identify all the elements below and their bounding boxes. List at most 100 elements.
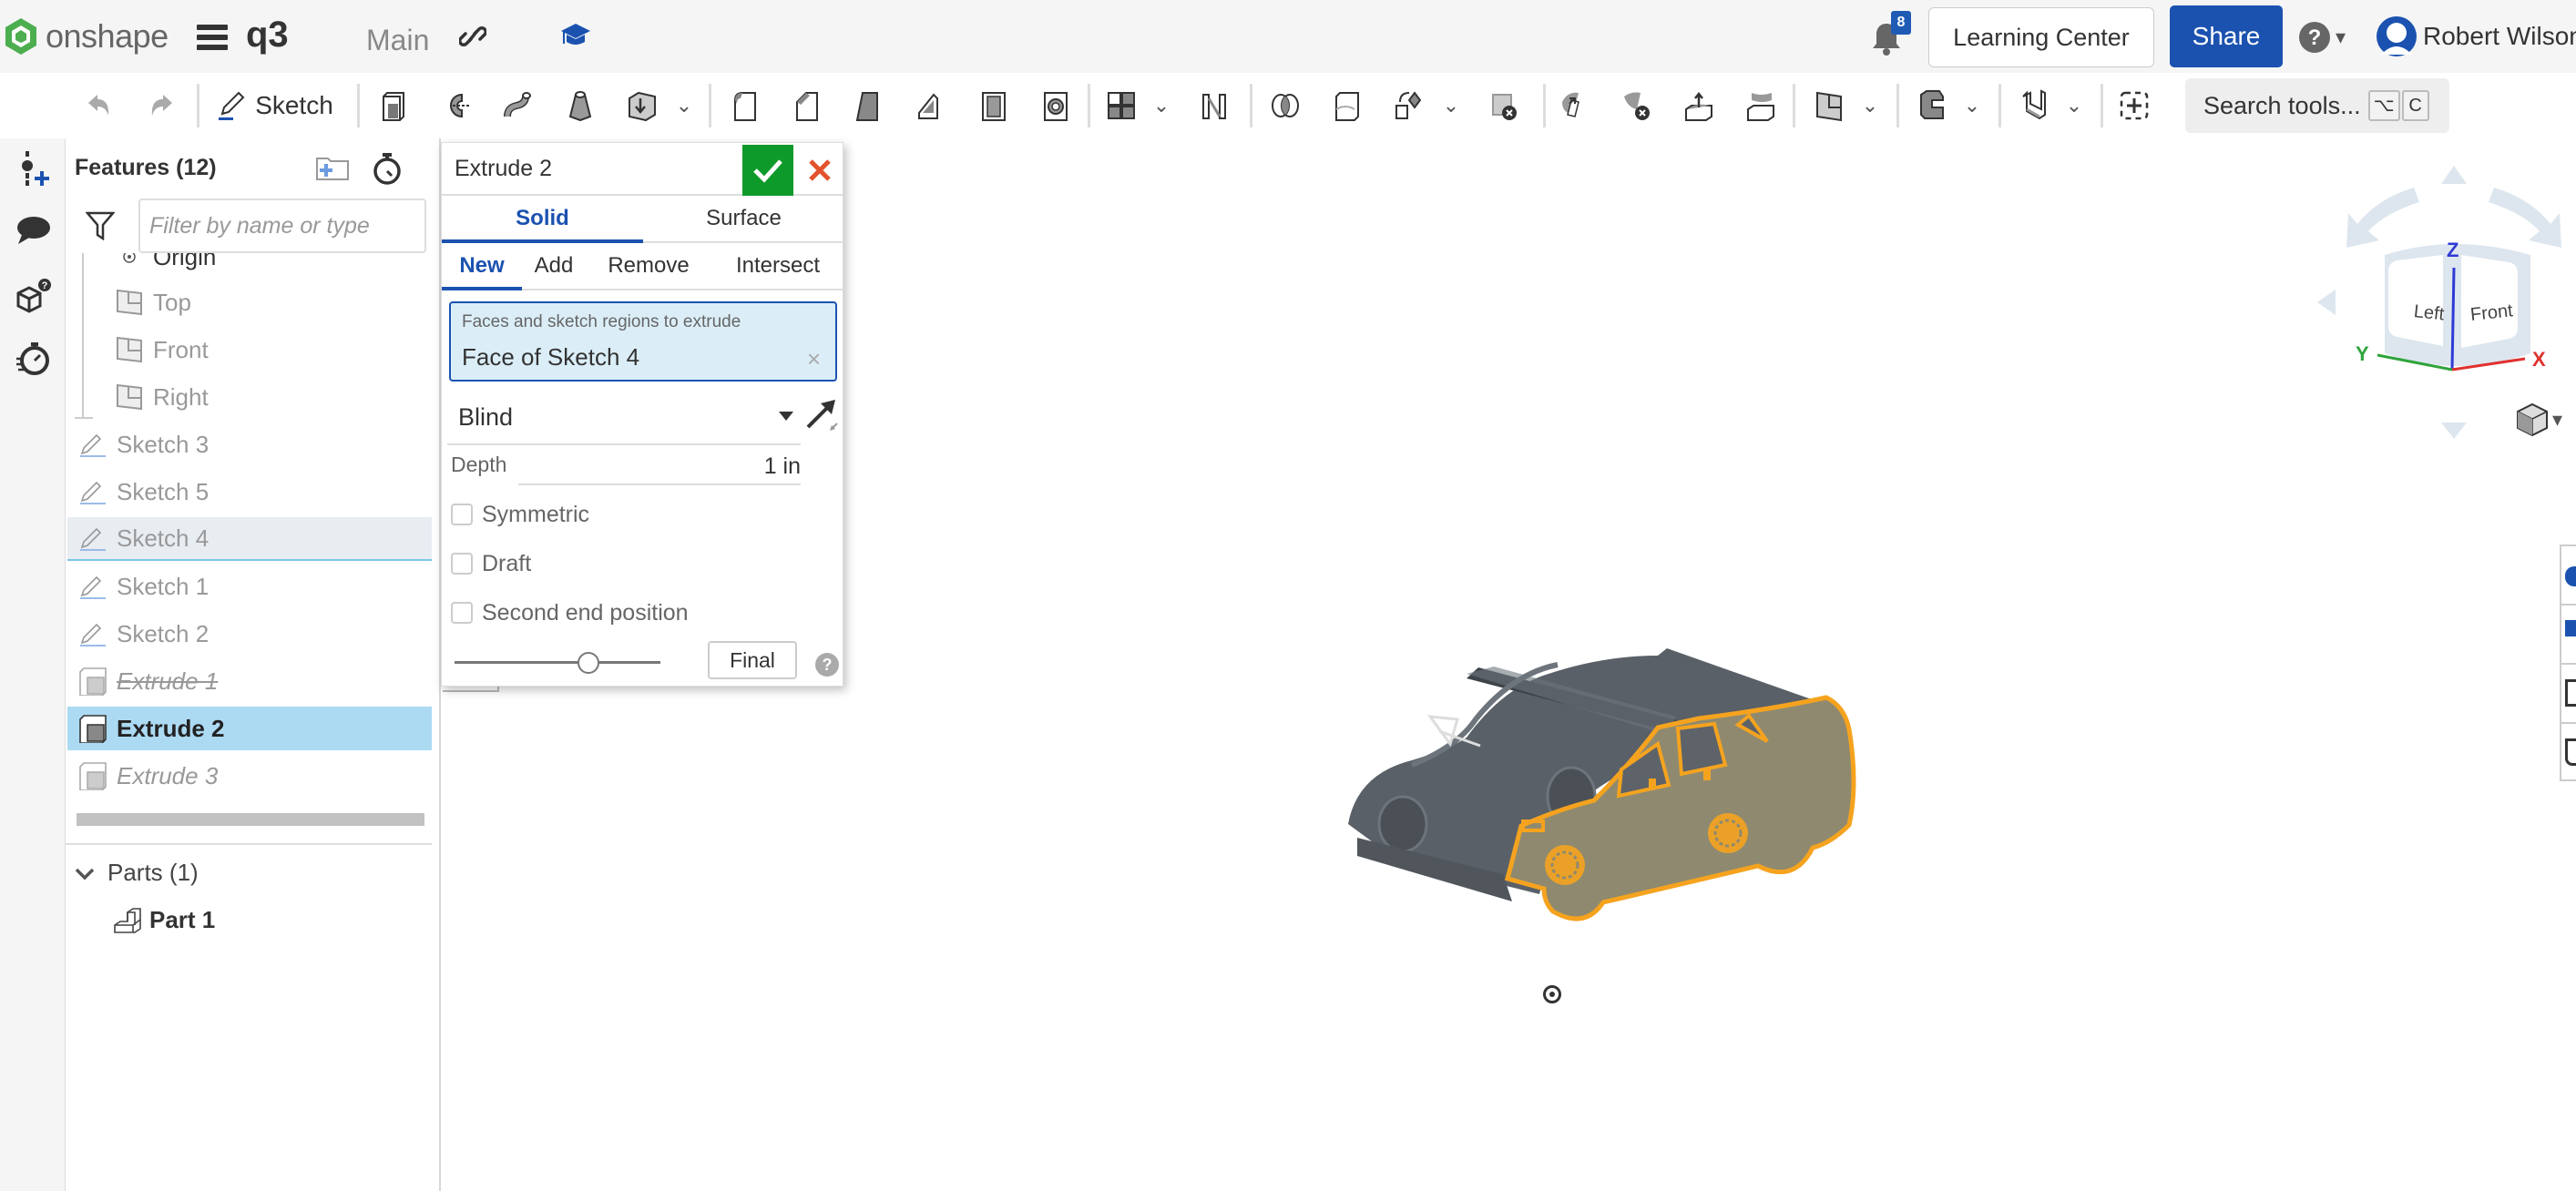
tab-remove[interactable]: Remove — [586, 243, 711, 289]
shell-tool[interactable] — [973, 73, 1015, 138]
final-button[interactable]: Final — [708, 641, 797, 679]
search-tools-input[interactable]: Search tools... ⌥ C — [2185, 78, 2449, 133]
checkbox-label: Draft — [482, 550, 532, 576]
tree-item-extrude-1[interactable]: Extrude 1 — [67, 659, 432, 703]
world-origin-marker[interactable] — [1543, 985, 1561, 1003]
tree-item-top-plane[interactable]: Top — [67, 280, 432, 324]
dialog-help-icon[interactable]: ? — [815, 653, 839, 677]
tab-surface[interactable]: Surface — [643, 196, 844, 241]
add-folder-button[interactable] — [315, 155, 350, 187]
onshape-logo[interactable]: onshape — [4, 16, 169, 56]
parts-section-toggle[interactable]: Parts (1) — [75, 850, 199, 894]
tree-item-origin[interactable]: Origin — [67, 253, 432, 279]
document-title[interactable]: q3 — [246, 15, 289, 56]
part-item[interactable]: Part 1 — [113, 898, 215, 942]
clear-selection-icon[interactable]: × — [807, 345, 821, 373]
appearance-icon — [2565, 566, 2576, 586]
plane-tool[interactable] — [1809, 73, 1851, 138]
tab-add[interactable]: Add — [522, 243, 586, 289]
opposite-direction-button[interactable] — [802, 394, 843, 434]
draft-checkbox-row[interactable]: Draft — [451, 545, 531, 582]
preview-rollback-slider[interactable] — [455, 652, 660, 674]
tab-new[interactable]: New — [442, 243, 522, 290]
branch-name[interactable]: Main — [366, 24, 429, 57]
tree-item-sketch-5[interactable]: Sketch 5 — [67, 470, 432, 514]
filter-icon[interactable] — [85, 211, 116, 245]
frame-tool[interactable] — [2013, 73, 2055, 138]
part-tools-dropdown[interactable]: ⌄ — [672, 73, 696, 138]
rollback-timer-button[interactable] — [371, 151, 404, 190]
tab-intersect[interactable]: Intersect — [711, 243, 844, 289]
variable-studio-button[interactable] — [13, 339, 53, 379]
slider-thumb[interactable] — [577, 652, 599, 674]
rib-tool[interactable] — [911, 73, 953, 138]
sheet-metal-dropdown[interactable]: ⌄ — [1960, 73, 1984, 138]
feature-tree-scrollbar[interactable] — [77, 813, 424, 826]
second-end-position-checkbox[interactable] — [451, 602, 473, 624]
mass-properties-panel-tab[interactable] — [2561, 665, 2576, 724]
help-menu[interactable]: ? ▾ — [2297, 20, 2346, 55]
insert-feature-button[interactable] — [13, 148, 53, 188]
fillet-tool[interactable] — [725, 73, 767, 138]
tab-solid[interactable]: Solid — [442, 196, 643, 243]
move-face-tool[interactable] — [1554, 73, 1596, 138]
revolve-tool[interactable] — [435, 73, 477, 138]
tree-item-sketch-2[interactable]: Sketch 2 — [67, 612, 432, 656]
boolean-tool[interactable] — [1264, 73, 1306, 138]
linear-pattern-tool[interactable] — [1100, 73, 1142, 138]
appearance-panel-tab[interactable] — [2561, 546, 2576, 606]
learning-center-button[interactable]: Learning Center — [1928, 7, 2154, 67]
user-menu[interactable]: Robert Wilson — [2376, 15, 2576, 58]
share-button[interactable]: Share — [2170, 5, 2283, 67]
hole-tool[interactable] — [1035, 73, 1077, 138]
loft-tool[interactable] — [559, 73, 601, 138]
tree-item-sketch-3[interactable]: Sketch 3 — [67, 422, 432, 466]
sketch-button[interactable]: Sketch — [211, 73, 339, 138]
view-options-menu[interactable]: ▾ — [2516, 402, 2562, 437]
redo-button[interactable] — [144, 73, 180, 138]
comments-button[interactable] — [13, 211, 53, 251]
draft-checkbox[interactable] — [451, 553, 473, 575]
offset-surface-tool[interactable] — [1678, 73, 1720, 138]
transform-tools-dropdown[interactable]: ⌄ — [1439, 73, 1463, 138]
measure-panel-tab[interactable] — [2561, 724, 2576, 783]
add-custom-feature-button[interactable] — [2113, 73, 2155, 138]
second-end-checkbox-row[interactable]: Second end position — [451, 595, 689, 631]
configurations-button[interactable]: ? — [13, 275, 53, 315]
symmetric-checkbox[interactable] — [451, 504, 473, 525]
replace-face-tool[interactable] — [1740, 73, 1782, 138]
tree-item-extrude-2[interactable]: Extrude 2 — [67, 707, 432, 750]
delete-face-tool[interactable] — [1616, 73, 1658, 138]
sweep-tool[interactable] — [497, 73, 539, 138]
tree-item-front-plane[interactable]: Front — [67, 328, 432, 372]
end-type-select[interactable]: Blind — [447, 391, 801, 445]
plane-tools-dropdown[interactable]: ⌄ — [1858, 73, 1882, 138]
accept-button[interactable] — [742, 145, 793, 196]
car-model[interactable] — [1330, 619, 1949, 1006]
tree-item-right-plane[interactable]: Right — [67, 375, 432, 419]
symmetric-checkbox-row[interactable]: Symmetric — [451, 496, 589, 533]
mirror-tool[interactable] — [1193, 73, 1235, 138]
extrude-tool[interactable] — [373, 73, 415, 138]
pattern-tools-dropdown[interactable]: ⌄ — [1150, 73, 1173, 138]
education-cap-icon[interactable] — [559, 22, 592, 57]
bom-panel-tab[interactable] — [2561, 606, 2576, 665]
tree-item-sketch-1[interactable]: Sketch 1 — [67, 565, 432, 608]
undo-button[interactable] — [80, 73, 117, 138]
link-icon[interactable] — [458, 22, 487, 56]
transform-tool[interactable] — [1388, 73, 1430, 138]
chamfer-tool[interactable] — [787, 73, 829, 138]
thicken-tool[interactable] — [621, 73, 663, 138]
tree-item-sketch-4[interactable]: Sketch 4 — [67, 517, 432, 561]
split-tool[interactable] — [1326, 73, 1368, 138]
tree-item-extrude-3[interactable]: Extrude 3 — [67, 754, 432, 798]
cancel-button[interactable] — [797, 145, 843, 196]
faces-selection-field[interactable]: Faces and sketch regions to extrude Face… — [449, 301, 837, 382]
sheet-metal-tool[interactable] — [1911, 73, 1953, 138]
feature-filter-input[interactable] — [138, 198, 426, 253]
frame-tools-dropdown[interactable]: ⌄ — [2062, 73, 2086, 138]
draft-tool[interactable] — [849, 73, 891, 138]
depth-input[interactable] — [518, 449, 801, 485]
document-menu-button[interactable] — [197, 25, 228, 50]
delete-part-tool[interactable] — [1483, 73, 1525, 138]
